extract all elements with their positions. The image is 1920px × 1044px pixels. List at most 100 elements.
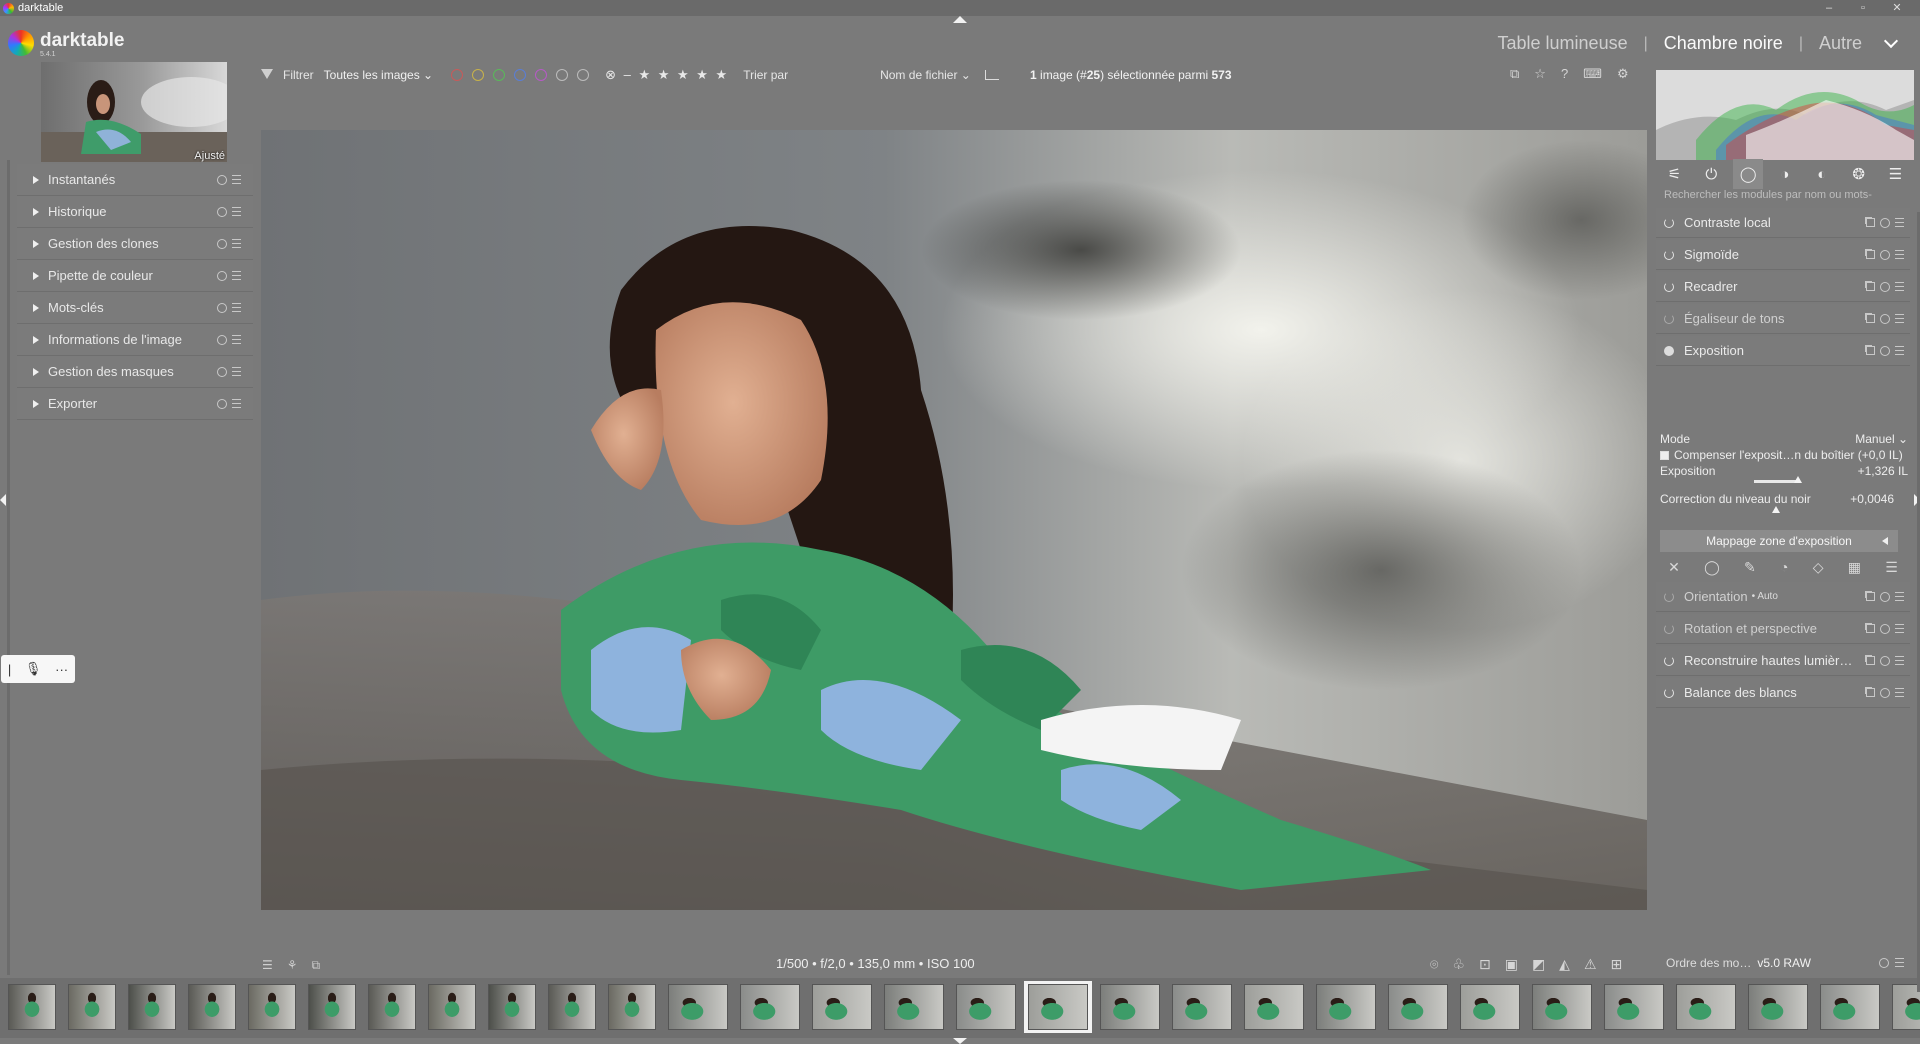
module-snapshots[interactable]: Instantanés — [17, 164, 253, 196]
filmstrip-thumbnail[interactable] — [1384, 981, 1452, 1033]
power-icon[interactable] — [1664, 249, 1674, 260]
presets-menu-icon[interactable] — [232, 399, 241, 408]
left-panel-scrollbar[interactable] — [7, 160, 10, 975]
presets-menu-icon[interactable] — [1895, 688, 1904, 697]
sort-dropdown[interactable]: Nom de fichier — [880, 68, 971, 82]
filmstrip-thumbnail[interactable] — [1240, 981, 1308, 1033]
filmstrip-thumbnail-selected[interactable] — [1024, 981, 1092, 1033]
quick-access-menu-icon[interactable]: ☰ — [262, 958, 273, 973]
mode-row[interactable]: Mode Manuel ⌄ — [1660, 432, 1908, 446]
sort-order-icon[interactable] — [984, 70, 999, 80]
mode-dropdown[interactable]: Manuel ⌄ — [1855, 432, 1908, 446]
overexposure-warning-icon[interactable]: ⚠ — [1584, 956, 1597, 973]
drawn-mask-icon[interactable]: ✎ — [1744, 559, 1756, 576]
filmstrip[interactable] — [0, 978, 1920, 1038]
navigation-thumbnail[interactable]: Ajusté — [41, 62, 227, 162]
gamut-check-icon[interactable]: ◩ — [1532, 956, 1545, 973]
module-orientation[interactable]: Orientation • Auto — [1656, 582, 1910, 612]
softproof-icon[interactable]: ▣ — [1505, 956, 1518, 973]
filmstrip-thumbnail[interactable] — [484, 981, 540, 1033]
reset-icon[interactable] — [217, 206, 227, 217]
reset-icon[interactable] — [1880, 345, 1890, 356]
multi-instance-icon[interactable] — [1866, 624, 1875, 633]
rating-filter[interactable]: ⊗ – ★ ★ ★ ★ ★ — [605, 67, 729, 83]
reset-icon[interactable] — [1880, 249, 1890, 260]
module-highlight-reconstruction[interactable]: Reconstruire hautes lumièr… — [1656, 646, 1910, 676]
black-level-slider-knob[interactable] — [1772, 506, 1780, 513]
drag-handle[interactable]: | — [8, 662, 11, 677]
filmstrip-thumbnail[interactable] — [1168, 981, 1236, 1033]
module-mask-manager[interactable]: Gestion des masques — [17, 356, 253, 388]
exposure-value[interactable]: +1,326 IL — [1858, 464, 1908, 478]
reset-icon[interactable] — [217, 302, 227, 313]
power-icon[interactable] — [1664, 655, 1674, 666]
keyboard-shortcuts-icon[interactable]: ⌨ — [1583, 66, 1602, 82]
filmstrip-thumbnail[interactable] — [1672, 981, 1740, 1033]
filmstrip-thumbnail[interactable] — [4, 981, 60, 1033]
filmstrip-thumbnail[interactable] — [1456, 981, 1524, 1033]
presets-menu-icon[interactable] — [232, 367, 241, 376]
clipping-indicator-icon[interactable]: ◭ — [1559, 956, 1570, 973]
filter-dropdown[interactable]: Toutes les images — [324, 68, 433, 82]
color-label-blue[interactable] — [514, 69, 527, 81]
histogram[interactable] — [1656, 70, 1914, 160]
filmstrip-thumbnail[interactable] — [424, 981, 480, 1033]
filmstrip-thumbnail[interactable] — [1600, 981, 1668, 1033]
color-label-toggle-icon[interactable] — [577, 69, 590, 81]
reset-icon[interactable] — [1880, 687, 1890, 698]
reset-icon[interactable] — [1880, 623, 1890, 634]
filmstrip-thumbnail[interactable] — [664, 981, 732, 1033]
compensate-row[interactable]: Compenser l'exposit…n du boîtier (+0,0 I… — [1660, 448, 1908, 462]
power-icon[interactable] — [1664, 281, 1674, 292]
presets-menu-icon[interactable] — [232, 303, 241, 312]
module-rotate-perspective[interactable]: Rotation et perspective — [1656, 614, 1910, 644]
filmstrip-thumbnail[interactable] — [184, 981, 240, 1033]
multi-instance-icon[interactable] — [1866, 688, 1875, 697]
module-image-information[interactable]: Informations de l'image — [17, 324, 253, 356]
power-icon[interactable] — [1664, 591, 1674, 602]
filmstrip-thumbnail[interactable] — [544, 981, 600, 1033]
presets-menu-icon[interactable] — [1895, 346, 1904, 355]
reset-icon[interactable] — [217, 366, 227, 377]
filmstrip-thumbnail[interactable] — [364, 981, 420, 1033]
presets-menu-icon[interactable] — [232, 207, 241, 216]
black-level-value[interactable]: +0,0046 — [1850, 492, 1894, 506]
filmstrip-thumbnail[interactable] — [64, 981, 120, 1033]
second-window-icon[interactable]: ⧉ — [312, 958, 321, 973]
collapse-left-panel-arrow-icon[interactable] — [0, 494, 6, 506]
module-crop[interactable]: Recadrer — [1656, 272, 1910, 302]
module-export[interactable]: Exporter — [17, 388, 253, 420]
view-darkroom[interactable]: Chambre noire — [1664, 33, 1783, 54]
module-exposure[interactable]: Exposition — [1656, 336, 1910, 366]
module-tagging[interactable]: Mots-clés — [17, 292, 253, 324]
filmstrip-thumbnail[interactable] — [304, 981, 360, 1033]
filmstrip-thumbnail[interactable] — [244, 981, 300, 1033]
presets-menu-icon[interactable] — [232, 271, 241, 280]
parametric-mask-icon[interactable]: ◔ — [1780, 559, 1788, 575]
focus-peaking-icon[interactable]: ⌾ — [1430, 956, 1438, 973]
presets-menu-icon[interactable] — [1895, 624, 1904, 633]
filmstrip-thumbnail[interactable] — [1096, 981, 1164, 1033]
presets-menu-icon[interactable] — [1895, 250, 1904, 259]
settings-gear-icon[interactable]: ⚙ — [1617, 66, 1629, 82]
view-lighttable[interactable]: Table lumineuse — [1498, 33, 1628, 54]
filmstrip-thumbnail[interactable] — [1816, 981, 1884, 1033]
color-label-purple[interactable] — [535, 69, 548, 81]
filmstrip-thumbnail[interactable] — [736, 981, 804, 1033]
module-history[interactable]: Historique — [17, 196, 253, 228]
reset-icon[interactable] — [1880, 655, 1890, 666]
center-image-view[interactable] — [261, 130, 1647, 910]
exposure-slider-row[interactable]: Exposition +1,326 IL — [1660, 464, 1908, 478]
minimize-button[interactable]: – — [1812, 0, 1846, 16]
reset-icon[interactable] — [1880, 281, 1890, 292]
presets-menu-icon[interactable] — [1895, 282, 1904, 291]
mask-off-icon[interactable]: ✕ — [1668, 559, 1680, 576]
iso12646-lightbulb-icon[interactable]: ♧ — [1452, 956, 1465, 973]
color-label-yellow[interactable] — [472, 69, 485, 81]
filmstrip-thumbnail[interactable] — [1528, 981, 1596, 1033]
exposure-zone-mapping-button[interactable]: Mappage zone d'exposition — [1660, 530, 1898, 552]
filmstrip-thumbnail[interactable] — [1744, 981, 1812, 1033]
module-local-contrast[interactable]: Contraste local — [1656, 208, 1910, 238]
multi-instance-icon[interactable] — [1866, 282, 1875, 291]
raster-mask-icon[interactable]: ▦ — [1848, 559, 1861, 576]
